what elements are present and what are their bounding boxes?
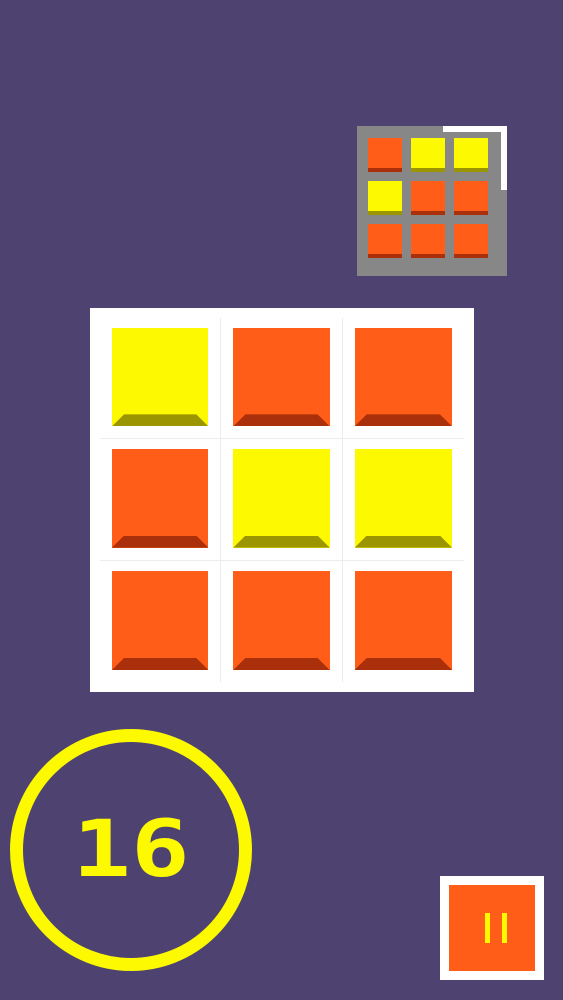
tile-bevel bbox=[355, 414, 452, 426]
preview-tile-orange bbox=[411, 181, 445, 215]
board-cell[interactable] bbox=[342, 318, 464, 440]
tile-orange[interactable] bbox=[233, 328, 330, 427]
preview-tile-orange bbox=[454, 224, 488, 258]
tile-bevel bbox=[233, 658, 329, 670]
preview-tile-orange bbox=[368, 138, 402, 172]
preview-grid bbox=[368, 138, 492, 262]
tile-orange[interactable] bbox=[354, 570, 452, 670]
tile-bevel bbox=[355, 536, 452, 548]
board-cell[interactable] bbox=[221, 318, 343, 440]
preview-tile-orange bbox=[454, 181, 488, 215]
pause-icon bbox=[449, 885, 535, 971]
target-pattern-preview bbox=[357, 126, 507, 276]
preview-tile-orange bbox=[368, 224, 402, 258]
preview-tile-yellow bbox=[368, 181, 402, 215]
tile-bevel bbox=[233, 414, 329, 426]
pause-button[interactable] bbox=[440, 876, 544, 980]
tile-yellow[interactable] bbox=[112, 328, 209, 427]
preview-tile-yellow bbox=[411, 138, 445, 172]
tile-orange[interactable] bbox=[354, 328, 452, 427]
pause-bar-right bbox=[502, 913, 507, 943]
tile-bevel bbox=[112, 658, 208, 670]
tile-bevel bbox=[112, 414, 208, 426]
board-cell[interactable] bbox=[221, 560, 343, 682]
tile-orange[interactable] bbox=[233, 570, 330, 670]
board-cell[interactable] bbox=[343, 561, 464, 682]
tile-yellow[interactable] bbox=[233, 449, 330, 548]
tile-orange[interactable] bbox=[112, 570, 209, 670]
moves-counter: 16 bbox=[10, 729, 252, 971]
tile-bevel bbox=[233, 536, 329, 548]
board-cell[interactable] bbox=[100, 318, 222, 440]
tile-yellow[interactable] bbox=[354, 449, 452, 548]
tile-bevel bbox=[112, 536, 208, 548]
board-cell[interactable] bbox=[221, 439, 343, 561]
tile-bevel bbox=[355, 658, 452, 670]
game-screen: 16 bbox=[0, 0, 563, 1000]
preview-tile-yellow bbox=[454, 138, 488, 172]
board-grid bbox=[100, 318, 464, 682]
board-cell[interactable] bbox=[100, 439, 222, 561]
game-board bbox=[90, 308, 474, 692]
board-cell[interactable] bbox=[100, 560, 222, 682]
moves-counter-value: 16 bbox=[72, 805, 190, 895]
board-cell[interactable] bbox=[342, 439, 464, 561]
preview-tile-orange bbox=[411, 224, 445, 258]
pause-bar-left bbox=[485, 913, 490, 943]
tile-orange[interactable] bbox=[112, 449, 209, 548]
